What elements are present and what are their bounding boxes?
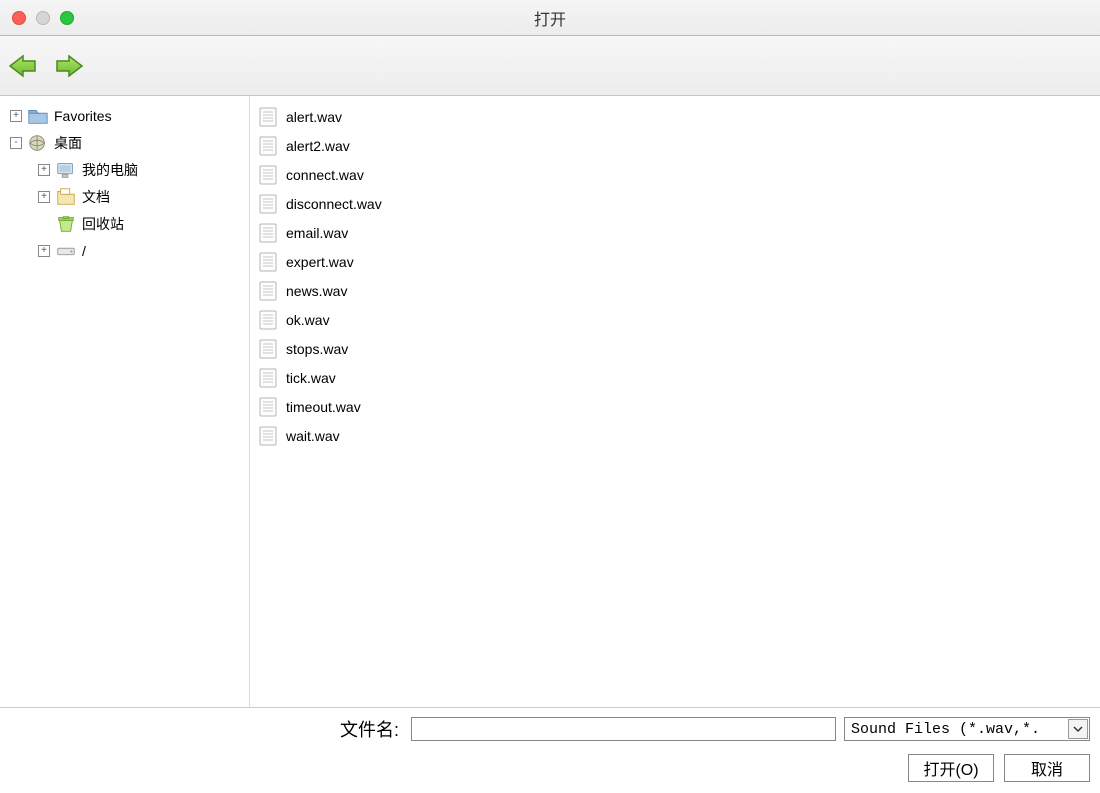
tree-item[interactable]: + 我的电脑 xyxy=(4,156,245,183)
folder-tree[interactable]: +Favorites-桌面+我的电脑+文档回收站+/ xyxy=(0,96,250,707)
filename-row: 文件名: Sound Files (*.wav,*. xyxy=(10,716,1090,742)
toolbar xyxy=(0,36,1100,96)
file-item[interactable]: news.wav xyxy=(254,276,1096,305)
collapse-icon[interactable]: - xyxy=(10,137,22,149)
file-item[interactable]: wait.wav xyxy=(254,421,1096,450)
file-icon xyxy=(256,308,280,332)
maximize-window-icon[interactable] xyxy=(60,11,74,25)
file-item[interactable]: disconnect.wav xyxy=(254,189,1096,218)
file-item[interactable]: stops.wav xyxy=(254,334,1096,363)
chevron-down-icon[interactable] xyxy=(1068,719,1088,739)
tree-item[interactable]: 回收站 xyxy=(4,210,245,237)
tree-item[interactable]: + 文档 xyxy=(4,183,245,210)
filename-input[interactable] xyxy=(411,717,836,741)
folder-icon xyxy=(26,105,50,127)
expand-icon[interactable]: + xyxy=(38,245,50,257)
file-item-label: tick.wav xyxy=(286,370,336,386)
file-item[interactable]: alert.wav xyxy=(254,102,1096,131)
expander-spacer xyxy=(38,218,50,230)
back-button[interactable] xyxy=(8,54,38,78)
file-icon xyxy=(256,163,280,187)
file-icon xyxy=(256,395,280,419)
file-item-label: news.wav xyxy=(286,283,347,299)
traffic-lights xyxy=(12,11,74,25)
filetype-select[interactable]: Sound Files (*.wav,*. xyxy=(844,717,1090,741)
bottom-panel: 文件名: Sound Files (*.wav,*. 打开(O) 取消 xyxy=(0,707,1100,793)
file-icon xyxy=(256,337,280,361)
file-item-label: stops.wav xyxy=(286,341,348,357)
minimize-window-icon xyxy=(36,11,50,25)
tree-item[interactable]: - 桌面 xyxy=(4,129,245,156)
file-item-label: alert2.wav xyxy=(286,138,350,154)
expand-icon[interactable]: + xyxy=(38,164,50,176)
tree-item-label: Favorites xyxy=(54,108,112,124)
file-item-label: expert.wav xyxy=(286,254,354,270)
main-area: +Favorites-桌面+我的电脑+文档回收站+/ alert.wavaler… xyxy=(0,96,1100,707)
file-icon xyxy=(256,105,280,129)
expand-icon[interactable]: + xyxy=(38,191,50,203)
button-row: 打开(O) 取消 xyxy=(10,754,1090,782)
file-icon xyxy=(256,279,280,303)
forward-button[interactable] xyxy=(54,54,84,78)
file-icon xyxy=(256,192,280,216)
cancel-button[interactable]: 取消 xyxy=(1004,754,1090,782)
file-item[interactable]: alert2.wav xyxy=(254,131,1096,160)
tree-item-label: 我的电脑 xyxy=(82,160,138,180)
file-item[interactable]: expert.wav xyxy=(254,247,1096,276)
recycle-icon xyxy=(54,213,78,235)
tree-item[interactable]: + Favorites xyxy=(4,102,245,129)
titlebar: 打开 xyxy=(0,0,1100,36)
expand-icon[interactable]: + xyxy=(10,110,22,122)
drive-icon xyxy=(54,240,78,262)
file-icon xyxy=(256,366,280,390)
tree-item[interactable]: +/ xyxy=(4,237,245,264)
file-item-label: ok.wav xyxy=(286,312,330,328)
tree-item-label: 回收站 xyxy=(82,214,124,234)
file-item-label: disconnect.wav xyxy=(286,196,382,212)
filename-label: 文件名: xyxy=(340,716,399,742)
file-icon xyxy=(256,250,280,274)
file-icon xyxy=(256,221,280,245)
window-title: 打开 xyxy=(534,6,566,30)
file-item[interactable]: tick.wav xyxy=(254,363,1096,392)
file-item-label: connect.wav xyxy=(286,167,364,183)
open-button[interactable]: 打开(O) xyxy=(908,754,994,782)
file-item[interactable]: connect.wav xyxy=(254,160,1096,189)
desktop-globe-icon xyxy=(26,132,50,154)
file-item[interactable]: email.wav xyxy=(254,218,1096,247)
tree-item-label: / xyxy=(82,243,86,259)
file-item-label: email.wav xyxy=(286,225,348,241)
file-item-label: alert.wav xyxy=(286,109,342,125)
computer-icon xyxy=(54,159,78,181)
file-list[interactable]: alert.wav alert2.wav connect.wav disconnect… xyxy=(250,96,1100,707)
file-icon xyxy=(256,134,280,158)
documents-icon xyxy=(54,186,78,208)
file-item-label: timeout.wav xyxy=(286,399,361,415)
close-window-icon[interactable] xyxy=(12,11,26,25)
file-icon xyxy=(256,424,280,448)
filetype-label: Sound Files (*.wav,*. xyxy=(851,721,1040,738)
file-item-label: wait.wav xyxy=(286,428,340,444)
tree-item-label: 桌面 xyxy=(54,133,82,153)
tree-item-label: 文档 xyxy=(82,187,110,207)
file-item[interactable]: ok.wav xyxy=(254,305,1096,334)
file-item[interactable]: timeout.wav xyxy=(254,392,1096,421)
